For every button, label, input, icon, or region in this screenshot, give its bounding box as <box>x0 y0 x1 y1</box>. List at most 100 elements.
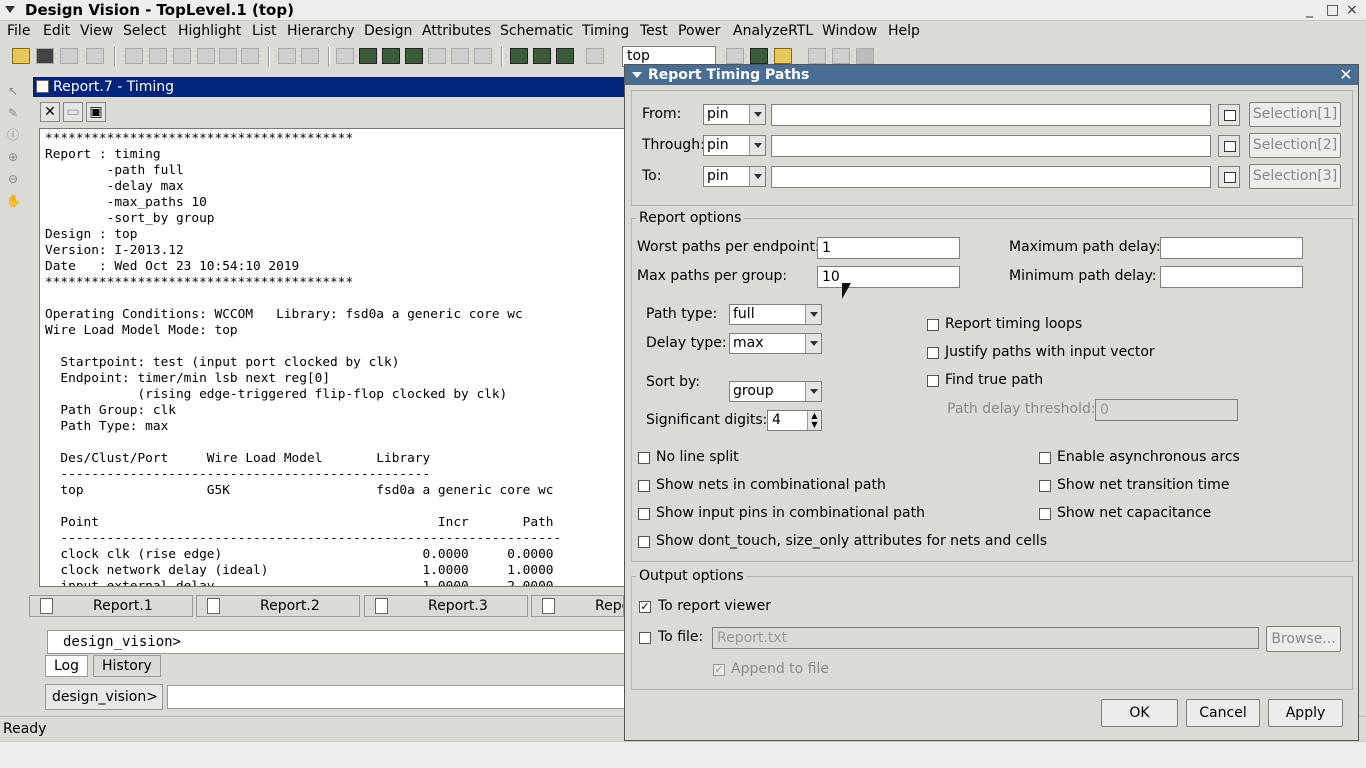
push-down-icon[interactable] <box>278 48 296 64</box>
file-name-input[interactable]: Report.txt <box>712 627 1259 649</box>
apply-button[interactable]: Apply <box>1268 699 1343 727</box>
zoom-out-small-icon[interactable] <box>832 48 850 64</box>
delay-type-select[interactable]: max <box>729 333 822 354</box>
significant-digits-spinner[interactable]: 4 ▲ ▼ <box>767 410 822 431</box>
show-net-transition-checkbox[interactable] <box>1039 480 1051 492</box>
dialog-close-icon[interactable]: ✕ <box>1338 65 1354 85</box>
selection-1-button[interactable]: Selection[1] <box>1249 102 1341 127</box>
from-select-icon[interactable] <box>1218 104 1240 126</box>
window-menu-icon[interactable] <box>5 6 15 13</box>
menu-analyzertl[interactable]: AnalyzeRTL <box>733 23 813 39</box>
tab-history[interactable]: History <box>93 655 161 677</box>
histogram-icon[interactable] <box>533 48 551 64</box>
menu-test[interactable]: Test <box>640 23 668 39</box>
spin-down-icon[interactable]: ▼ <box>807 420 821 430</box>
browse-button[interactable]: Browse... <box>1266 626 1341 652</box>
report-save-icon[interactable]: ▣ <box>86 102 106 122</box>
console-output[interactable]: design_vision> <box>47 630 625 654</box>
symbol-view-icon[interactable] <box>359 48 377 64</box>
report-timing-loops-checkbox[interactable] <box>927 319 939 331</box>
pan-hand-icon[interactable]: ✋ <box>6 194 21 208</box>
report-close-icon[interactable]: ✕ <box>40 102 60 122</box>
zoom-out-tool-icon[interactable]: ⊖ <box>6 172 20 186</box>
dialog-menu-icon[interactable] <box>632 72 642 78</box>
report-open-icon[interactable]: ▭ <box>63 102 83 122</box>
menu-schematic[interactable]: Schematic <box>500 23 573 39</box>
command-input[interactable] <box>167 685 627 709</box>
path-delay-threshold-input[interactable]: 0 <box>1095 399 1238 421</box>
through-input[interactable] <box>771 135 1211 157</box>
from-input[interactable] <box>771 104 1211 126</box>
show-nets-checkbox[interactable] <box>638 480 650 492</box>
menu-timing[interactable]: Timing <box>582 23 629 39</box>
minimize-icon[interactable]: _ <box>1306 2 1313 18</box>
pencil-icon[interactable]: ✎ <box>6 106 20 120</box>
hierarchy-icon[interactable] <box>336 48 354 64</box>
menu-design[interactable]: Design <box>364 23 412 39</box>
zoom-box-icon[interactable] <box>197 48 215 64</box>
no-line-split-checkbox[interactable] <box>638 452 650 464</box>
zoom-full-icon[interactable] <box>219 48 237 64</box>
copy-icon[interactable] <box>86 48 104 64</box>
report-tab-3[interactable]: Report.3 <box>364 595 528 617</box>
zoom-in-icon[interactable] <box>149 48 167 64</box>
to-type-select[interactable]: pin <box>703 166 766 187</box>
command-prompt-button[interactable]: design_vision> <box>45 684 163 710</box>
menu-help[interactable]: Help <box>888 23 920 39</box>
save-icon[interactable] <box>36 48 54 64</box>
report-viewer[interactable]: ****************************************… <box>39 128 625 587</box>
report-tab-2[interactable]: Report.2 <box>196 595 360 617</box>
zoom-out-icon[interactable] <box>173 48 191 64</box>
menu-edit[interactable]: Edit <box>43 23 70 39</box>
through-select-icon[interactable] <box>1218 135 1240 157</box>
cell-icon[interactable] <box>428 48 446 64</box>
report-icon[interactable] <box>586 48 604 64</box>
menu-file[interactable]: File <box>7 23 30 39</box>
menu-select[interactable]: Select <box>123 23 166 39</box>
to-report-viewer-checkbox[interactable]: ✓ <box>639 601 651 613</box>
sort-by-select[interactable]: group <box>729 381 822 402</box>
menu-window[interactable]: Window <box>822 23 877 39</box>
append-to-file-checkbox[interactable]: ✓ <box>713 664 725 676</box>
timing-icon[interactable] <box>510 48 528 64</box>
close-icon[interactable]: × <box>1346 2 1358 18</box>
worst-paths-input[interactable]: 1 <box>817 237 960 259</box>
justify-paths-checkbox[interactable] <box>927 347 939 359</box>
to-file-checkbox[interactable] <box>639 632 651 644</box>
maximize-icon[interactable]: □ <box>1326 2 1339 18</box>
pin-icon[interactable] <box>474 48 492 64</box>
edit-icon[interactable] <box>774 48 792 64</box>
tab-log[interactable]: Log <box>45 655 89 677</box>
menu-hierarchy[interactable]: Hierarchy <box>287 23 355 39</box>
ok-button[interactable]: OK <box>1101 699 1178 727</box>
max-paths-input[interactable]: 10 <box>817 266 960 288</box>
zoom-fit-icon[interactable] <box>125 48 143 64</box>
open-icon[interactable] <box>12 48 30 64</box>
from-type-select[interactable]: pin <box>703 104 766 125</box>
to-select-icon[interactable] <box>1218 166 1240 188</box>
slack-histogram-icon[interactable] <box>556 48 574 64</box>
through-type-select[interactable]: pin <box>703 135 766 156</box>
selection-3-button[interactable]: Selection[3] <box>1249 164 1341 189</box>
report-tab-1[interactable]: Report.1 <box>29 595 193 617</box>
zoom-fit-small-icon[interactable] <box>856 48 874 64</box>
cell-list-icon[interactable] <box>750 48 768 64</box>
path-type-select[interactable]: full <box>729 304 822 325</box>
show-input-pins-checkbox[interactable] <box>638 508 650 520</box>
net-icon[interactable] <box>451 48 469 64</box>
pointer-icon[interactable]: ↖ <box>6 84 20 98</box>
zoom-in-small-icon[interactable] <box>808 48 826 64</box>
enable-async-arcs-checkbox[interactable] <box>1039 452 1051 464</box>
selection-2-button[interactable]: Selection[2] <box>1249 133 1341 158</box>
info-icon[interactable]: ⓘ <box>6 128 20 142</box>
max-delay-input[interactable] <box>1160 237 1303 259</box>
schematic-icon[interactable] <box>382 48 400 64</box>
cancel-button[interactable]: Cancel <box>1186 699 1260 727</box>
list-icon[interactable] <box>726 48 744 64</box>
menu-highlight[interactable]: Highlight <box>178 23 241 39</box>
menu-view[interactable]: View <box>80 23 113 39</box>
menu-attributes[interactable]: Attributes <box>422 23 491 39</box>
pop-up-icon[interactable] <box>301 48 319 64</box>
min-delay-input[interactable] <box>1160 266 1303 288</box>
path-schematic-icon[interactable] <box>405 48 423 64</box>
